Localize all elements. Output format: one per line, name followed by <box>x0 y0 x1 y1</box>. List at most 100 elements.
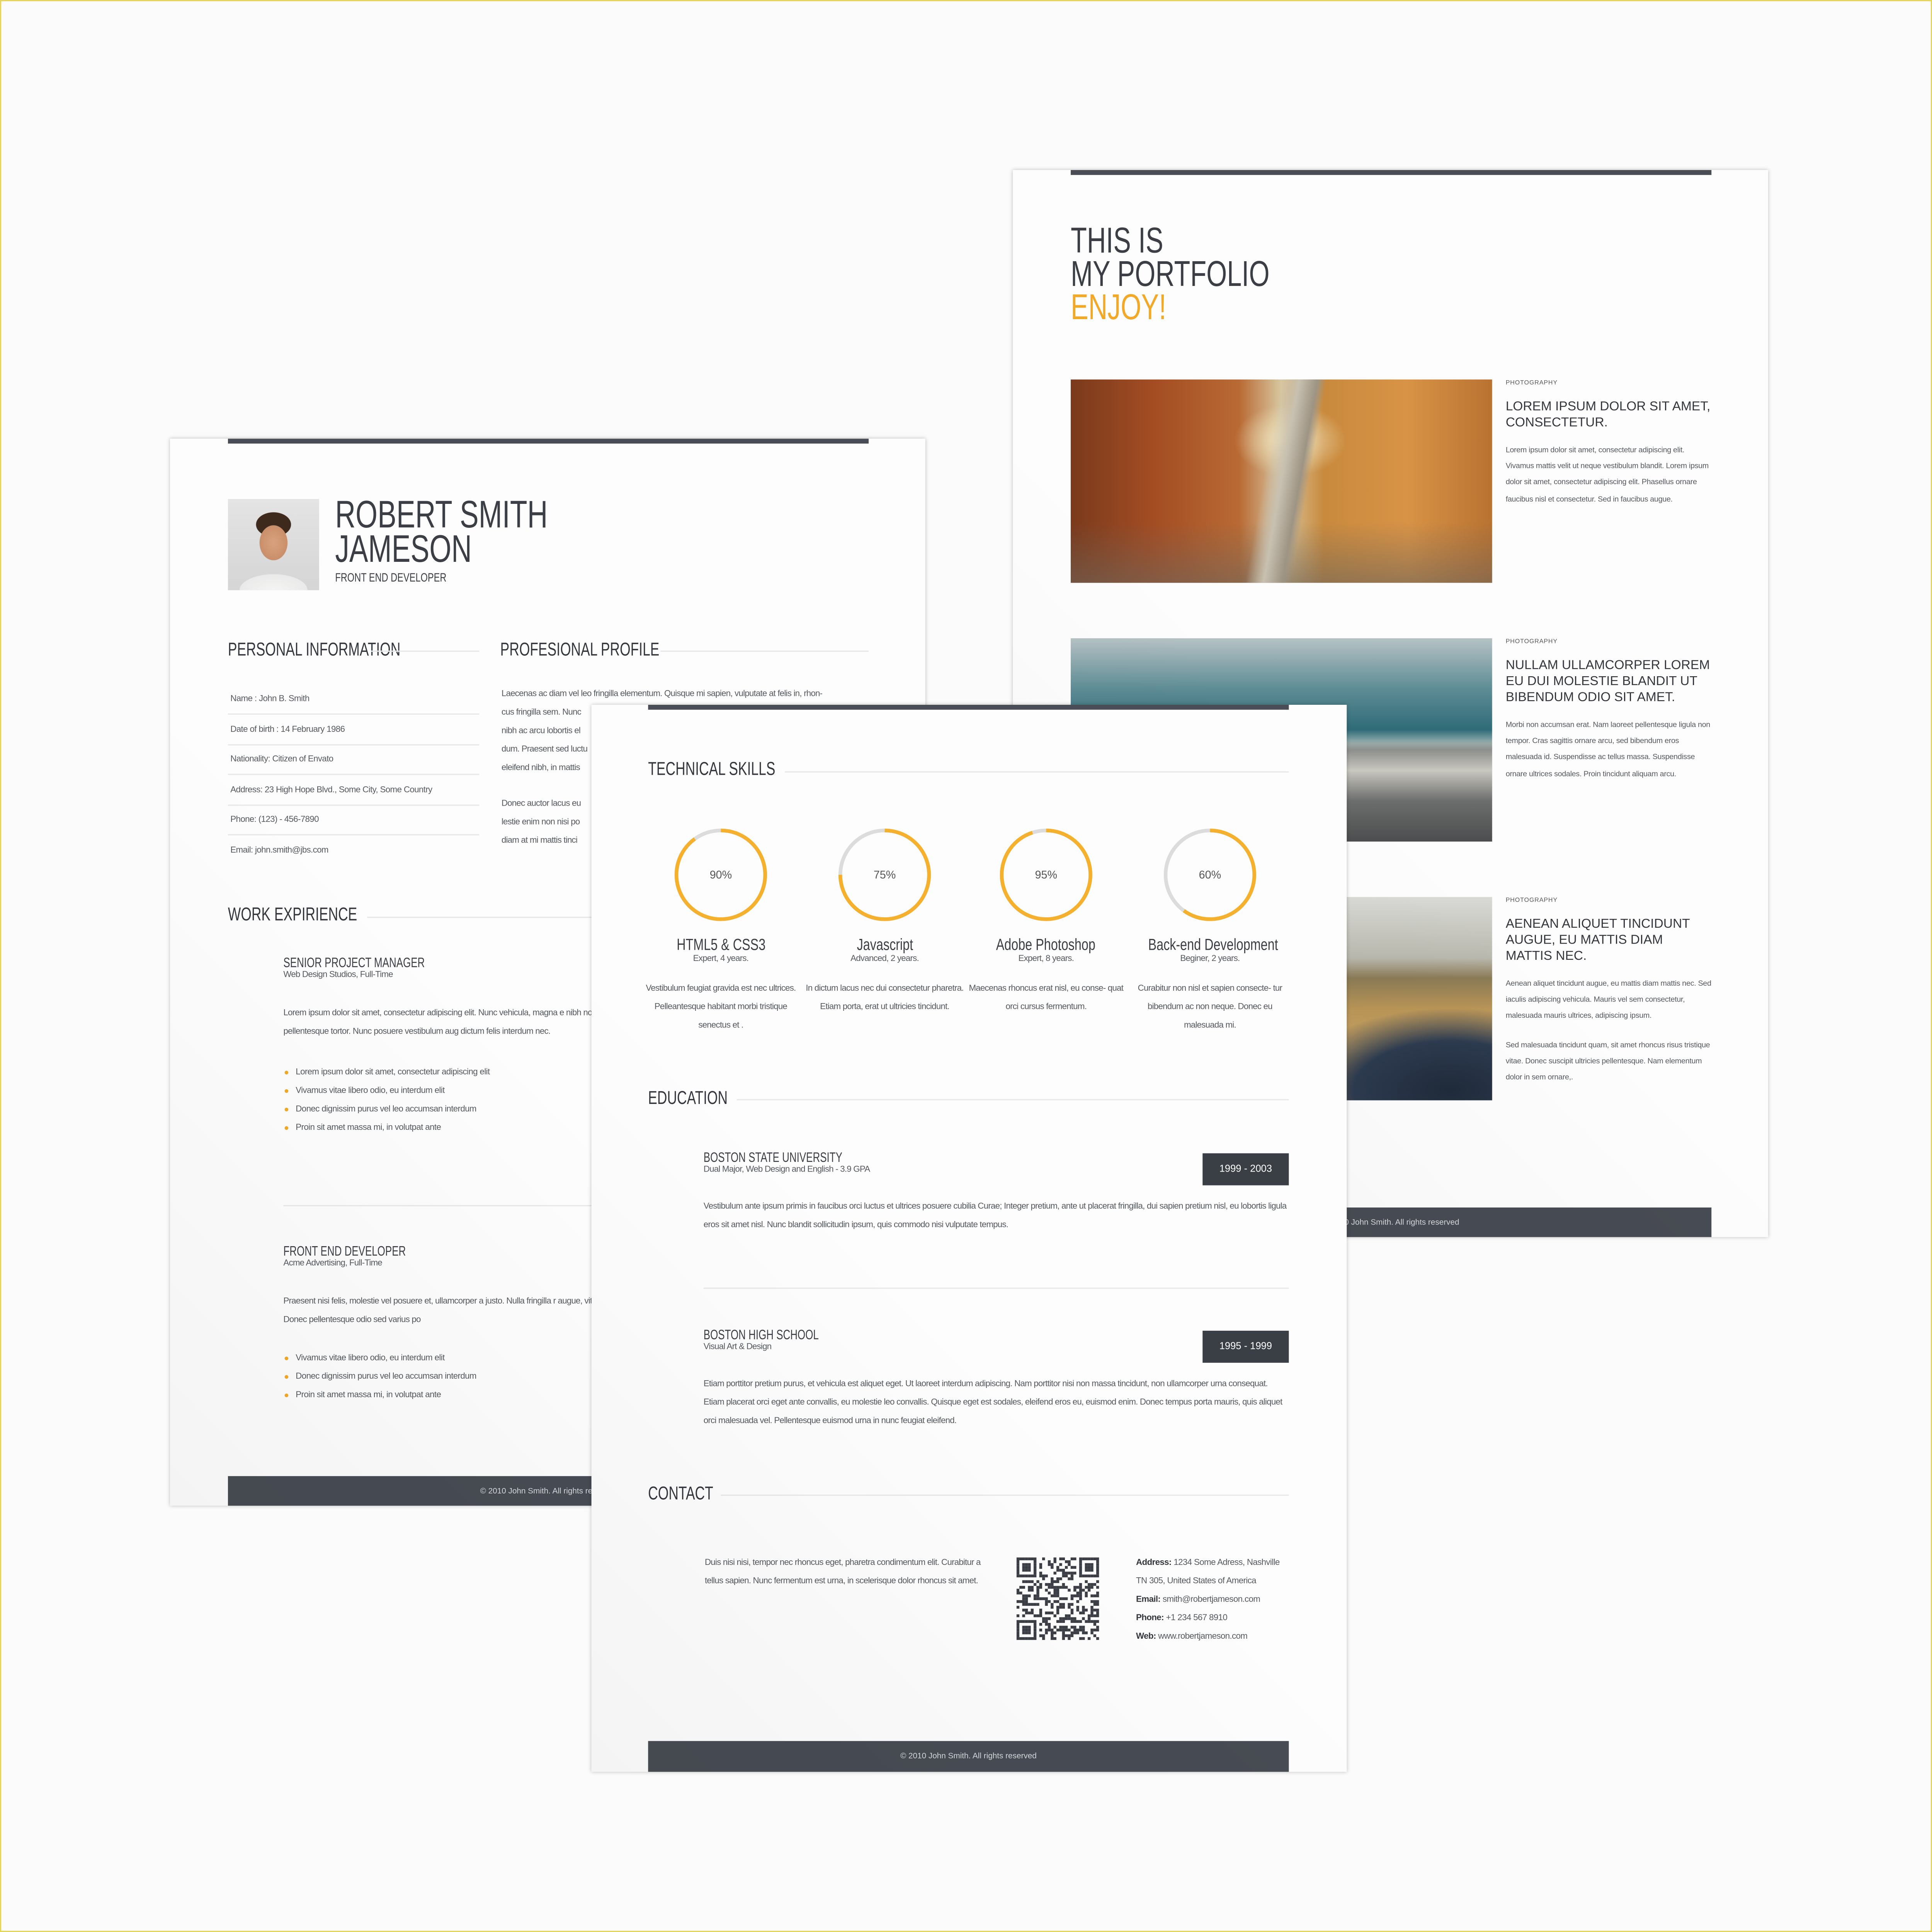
qr-module <box>1073 1557 1077 1560</box>
qr-module <box>1022 1609 1025 1612</box>
qr-module <box>1051 1586 1054 1589</box>
contact-address-2: TN 305, United States of America <box>1136 1577 1256 1586</box>
qr-module <box>1090 1586 1094 1589</box>
qr-module <box>1036 1588 1039 1592</box>
qr-module <box>1062 1603 1065 1606</box>
qr-module <box>1062 1557 1065 1560</box>
qr-module <box>1096 1560 1099 1563</box>
qr-module <box>1056 1566 1060 1569</box>
qr-module <box>1093 1557 1097 1560</box>
qr-module <box>1051 1605 1054 1609</box>
item-category: PHOTOGRAPHY <box>1505 638 1558 646</box>
qr-module <box>1070 1620 1074 1623</box>
qr-module <box>1022 1566 1025 1569</box>
qr-module <box>1085 1609 1088 1612</box>
qr-module <box>1036 1594 1039 1597</box>
qr-module <box>1042 1634 1045 1637</box>
qr-module <box>1056 1569 1060 1572</box>
qr-module <box>1096 1594 1099 1597</box>
qr-module <box>1019 1620 1022 1623</box>
qr-module <box>1016 1592 1020 1595</box>
qr-module <box>1076 1600 1079 1603</box>
qr-module <box>1053 1586 1056 1589</box>
title-line-3: ENJOY! <box>1071 288 1167 328</box>
qr-module <box>1028 1611 1031 1614</box>
qr-module <box>1087 1586 1091 1589</box>
qr-module <box>1093 1614 1097 1617</box>
qr-module <box>1096 1571 1099 1575</box>
qr-module <box>1068 1560 1071 1563</box>
qr-module <box>1048 1617 1051 1620</box>
qr-module <box>1042 1574 1045 1578</box>
qr-module <box>1022 1603 1025 1606</box>
qr-module <box>1033 1560 1037 1563</box>
qr-module <box>1070 1626 1074 1629</box>
qr-module <box>1031 1574 1034 1578</box>
top-bar <box>648 704 1289 710</box>
qr-module <box>1019 1600 1022 1603</box>
qr-module <box>1090 1594 1094 1597</box>
qr-module <box>1056 1580 1060 1583</box>
qr-module <box>1045 1628 1048 1632</box>
qr-module <box>1022 1637 1025 1640</box>
qr-module <box>1070 1571 1074 1575</box>
qr-module <box>1022 1569 1025 1572</box>
qr-module <box>1019 1637 1022 1640</box>
qr-module <box>1059 1597 1062 1600</box>
qr-module <box>1076 1592 1079 1595</box>
qr-module <box>1053 1571 1056 1575</box>
skill-item: 75% Javascript Advanced, 2 years. In dic… <box>804 825 965 1016</box>
qr-module <box>1090 1566 1094 1569</box>
qr-module <box>1031 1611 1034 1614</box>
qr-module <box>1096 1580 1099 1583</box>
qr-module <box>1070 1577 1074 1580</box>
qr-module <box>1062 1574 1065 1578</box>
qr-module <box>1087 1569 1091 1572</box>
qr-module <box>1025 1600 1028 1603</box>
qr-module <box>1028 1563 1031 1566</box>
qr-module <box>1082 1574 1085 1578</box>
qr-module <box>1096 1574 1099 1578</box>
divider <box>736 1099 1289 1100</box>
qr-module <box>1079 1586 1082 1589</box>
qr-module <box>1016 1571 1020 1575</box>
qr-module <box>1033 1566 1037 1569</box>
divider <box>371 650 480 652</box>
resume-role: FRONT END DEVELOPER <box>335 571 447 585</box>
footer: © 2010 John Smith. All rights reserved <box>648 1741 1289 1772</box>
resume-name: ROBERT SMITH JAMESON <box>335 495 622 568</box>
qr-module <box>1042 1637 1045 1640</box>
qr-module <box>1065 1626 1068 1629</box>
qr-module <box>1048 1583 1051 1586</box>
qr-module <box>1022 1563 1025 1566</box>
qr-module <box>1045 1617 1048 1620</box>
qr-module <box>1053 1631 1056 1634</box>
contact-text: Duis nisi nisi, tempor nec rhoncus eget,… <box>704 1558 981 1586</box>
divider <box>703 1287 1289 1289</box>
qr-module <box>1022 1594 1025 1597</box>
qr-module <box>1096 1569 1099 1572</box>
qr-module <box>1096 1626 1099 1629</box>
item-body: Morbi non accumsan erat. Nam laoreet pel… <box>1505 721 1711 779</box>
skill-ring: 90% <box>674 828 767 921</box>
qr-module <box>1016 1563 1020 1566</box>
qr-module <box>1025 1603 1028 1606</box>
qr-module <box>1056 1628 1060 1632</box>
qr-module <box>1019 1574 1022 1578</box>
qr-module <box>1031 1557 1034 1560</box>
qr-module <box>1085 1620 1088 1623</box>
qr-module <box>1065 1597 1068 1600</box>
qr-module <box>1082 1588 1085 1592</box>
skill-level: Expert, 8 years. <box>1018 955 1074 964</box>
qr-module <box>1082 1557 1085 1560</box>
qr-module <box>1070 1617 1074 1620</box>
qr-module <box>1070 1557 1074 1560</box>
qr-module <box>1059 1617 1062 1620</box>
qr-module <box>1062 1634 1065 1637</box>
contact-address: Address: 1234 Some Adress, Nashville <box>1136 1558 1280 1568</box>
qr-module <box>1073 1617 1077 1620</box>
qr-module <box>1065 1571 1068 1575</box>
qr-module <box>1093 1628 1097 1632</box>
qr-module <box>1079 1557 1082 1560</box>
qr-module <box>1076 1620 1079 1623</box>
